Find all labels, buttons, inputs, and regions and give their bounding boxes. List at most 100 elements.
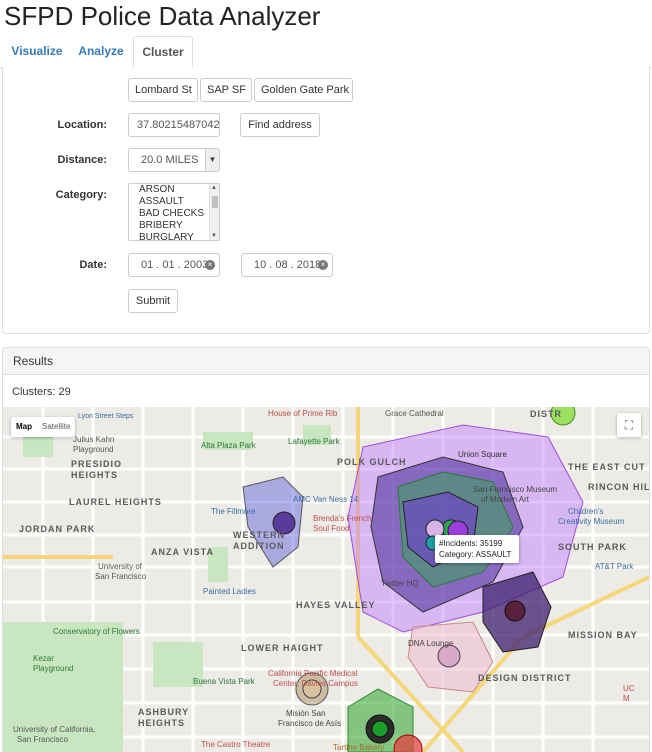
map-label: Lyon Street Steps [78,413,134,420]
map-label: POLK GULCH [337,457,407,467]
map-label: Tartine Bakery [333,743,385,752]
map-label: Center: Davies Campus [273,679,358,688]
scroll-up-icon[interactable]: ▲ [211,185,217,191]
tab-bar: Visualize Analyze Cluster [0,36,652,69]
find-address-button[interactable]: Find address [240,113,320,137]
category-label: Category: [55,189,107,201]
map-label: Children's [568,507,604,516]
map-label: Buena Vista Park [193,677,255,686]
map-label: San Francisco [17,735,69,744]
map-label: HEIGHTS [71,470,119,480]
map-label: WESTERN [233,530,285,540]
map-label: UC [623,684,635,693]
date-to-input[interactable]: 10 . 08 . 2018 × [241,253,333,277]
scrollbar-thumb[interactable] [212,196,218,208]
map-label: of Modern Art [481,495,530,504]
category-option[interactable]: ARSON [129,184,219,196]
map-label: Conservatory of Flowers [53,627,140,636]
chevron-down-icon: ▼ [205,149,219,171]
map-label: San Francisco Museum [473,485,558,494]
map-label: San Francisco [95,572,147,581]
submit-button[interactable]: Submit [128,289,178,313]
map-label: Lafayette Park [288,437,340,446]
map-label: Alta Plaza Park [201,441,256,450]
map-label: Soul Food [313,524,350,533]
tab-visualize[interactable]: Visualize [10,36,64,68]
cluster-marker[interactable] [371,720,389,738]
preset-lombard-button[interactable]: Lombard St [128,78,198,102]
map-label: House of Prime Rib [268,409,338,418]
map-label: Brenda's French [313,514,372,523]
map-label: AMC Van Ness 14 [293,495,359,504]
cluster-form-panel: Lombard St SAP SF Golden Gate Park Locat… [2,67,650,334]
map-label: The Fillmore [211,507,256,516]
map-label: DESIGN DISTRICT [478,673,572,683]
map-label: Kezar [33,654,54,663]
location-input[interactable]: 37.8021548704238 [128,113,220,137]
map-label: SOUTH PARK [558,542,627,552]
date-from-input[interactable]: 01 . 01 . 2003 × [128,253,220,277]
category-option[interactable]: ASSAULT [129,196,219,208]
map-label: MISSION BAY [568,630,638,640]
map-label: The Castro Theatre [201,740,271,749]
clear-icon[interactable]: × [205,260,215,270]
category-scrollbar[interactable]: ▲ ▼ [209,184,219,240]
preset-sap-button[interactable]: SAP SF [200,78,252,102]
cluster-marker[interactable] [504,600,526,622]
results-header: Results [2,347,650,375]
map-label: HEIGHTS [138,718,186,728]
map-label: THE EAST CUT [568,462,646,472]
cluster-tooltip: #Incidents: 35199 Category: ASSAULT [435,535,519,563]
map-label: Julius Kahn [73,435,115,444]
map-label: Playground [33,664,74,673]
map-label: University of California, [13,725,96,734]
map-label: JORDAN PARK [19,524,96,534]
map-label: LAUREL HEIGHTS [69,497,162,507]
map-label: California Pacific Medical [268,669,358,678]
distance-value: 20.0 MILES [141,154,199,166]
map-label: PRESIDIO [71,459,123,469]
map-label: ADDITION [233,541,285,551]
map-label: M [623,694,630,703]
map-label: Francisco de Asís [278,719,342,728]
map-label: DISTR [530,409,562,419]
preset-golden-gate-button[interactable]: Golden Gate Park [254,78,353,102]
map-label: ASHBURY [138,707,190,717]
clear-icon[interactable]: × [318,260,328,270]
cluster-marker[interactable] [437,644,461,668]
date-label: Date: [79,259,107,271]
location-label: Location: [57,119,108,131]
category-option[interactable]: BRIBERY [129,220,219,232]
distance-select[interactable]: 20.0 MILES ▼ [128,148,220,172]
map-type-map[interactable]: Map [11,417,37,437]
map-label: Painted Ladies [203,587,256,596]
distance-label: Distance: [57,154,107,166]
tab-cluster[interactable]: Cluster [133,36,193,69]
map-label: RINCON HILL [588,482,649,492]
clusters-count: Clusters: 29 [12,386,71,398]
tooltip-category: Category: ASSAULT [439,550,512,559]
tooltip-incidents: #Incidents: 35199 [439,539,503,548]
scroll-down-icon[interactable]: ▼ [211,233,217,239]
category-option[interactable]: BURGLARY [129,232,219,240]
cluster-map[interactable]: Lyon Street Steps Julius Kahn Playground… [3,407,649,752]
map-label: Creativity Museum [558,517,625,526]
map-label: Misión San [286,709,326,718]
map-label: Union Square [458,450,507,459]
category-listbox[interactable]: ARSON ASSAULT BAD CHECKS BRIBERY BURGLAR… [128,183,220,241]
date-from-value: 01 . 01 . 2003 [141,259,209,271]
page-title: SFPD Police Data Analyzer [4,1,321,31]
date-to-value: 10 . 08 . 2018 [254,259,322,271]
map-label: LOWER HAIGHT [241,643,324,653]
map-label: Playground [73,445,114,454]
map-label: Grace Cathedral [385,409,444,418]
map-label: HAYES VALLEY [296,600,376,610]
map-label: AT&T Park [595,562,634,571]
map-type-satellite[interactable]: Satellite [37,417,75,437]
tab-analyze[interactable]: Analyze [76,36,126,68]
map-label: ANZA VISTA [151,547,214,557]
fullscreen-icon[interactable]: ⛶ [617,413,641,437]
map-label: Twitter HQ [381,579,419,588]
category-option[interactable]: BAD CHECKS [129,208,219,220]
map-type-control: Map Satellite [11,417,76,437]
